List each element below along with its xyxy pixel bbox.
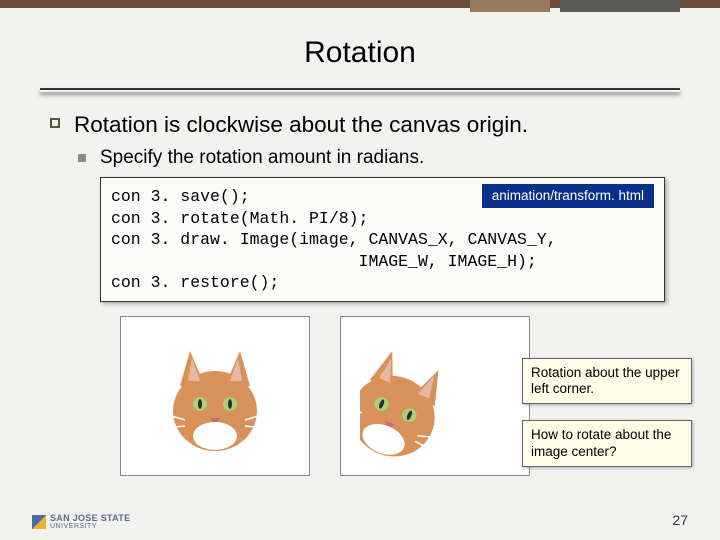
university-logo: SAN JOSE STATE UNIVERSITY	[32, 513, 130, 530]
decorative-top-bar	[0, 0, 720, 8]
cat-image-icon	[160, 336, 270, 456]
note-box: Rotation about the upper left corner.	[522, 358, 692, 404]
square-bullet-small-icon	[78, 154, 86, 162]
bullet-row-sub: Specify the rotation amount in radians.	[78, 147, 678, 169]
code-badge: animation/transform. html	[482, 184, 654, 208]
bullet-row-main: Rotation is clockwise about the canvas o…	[50, 110, 678, 139]
bullet-sub-text: Specify the rotation amount in radians.	[100, 147, 424, 169]
code-line: IMAGE_W, IMAGE_H);	[111, 251, 654, 272]
code-line: con 3. rotate(Math. PI/8);	[111, 208, 654, 229]
cat-image-rotated-icon	[360, 321, 510, 471]
code-line: con 3. draw. Image(image, CANVAS_X, CANV…	[111, 229, 654, 250]
image-rotated	[340, 316, 530, 476]
image-original	[120, 316, 310, 476]
code-line: con 3. restore();	[111, 272, 654, 293]
code-box: animation/transform. html con 3. save();…	[100, 177, 665, 302]
page-number: 27	[672, 512, 688, 528]
note-box: How to rotate about the image center?	[522, 420, 692, 466]
square-bullet-icon	[50, 118, 60, 128]
logo-text: SAN JOSE STATE UNIVERSITY	[50, 513, 130, 530]
slide-title: Rotation	[40, 36, 680, 70]
right-notes: Rotation about the upper left corner. Ho…	[522, 358, 692, 483]
bullet-main-text: Rotation is clockwise about the canvas o…	[74, 110, 528, 139]
logo-mark-icon	[32, 515, 46, 529]
title-area: Rotation	[0, 8, 720, 78]
